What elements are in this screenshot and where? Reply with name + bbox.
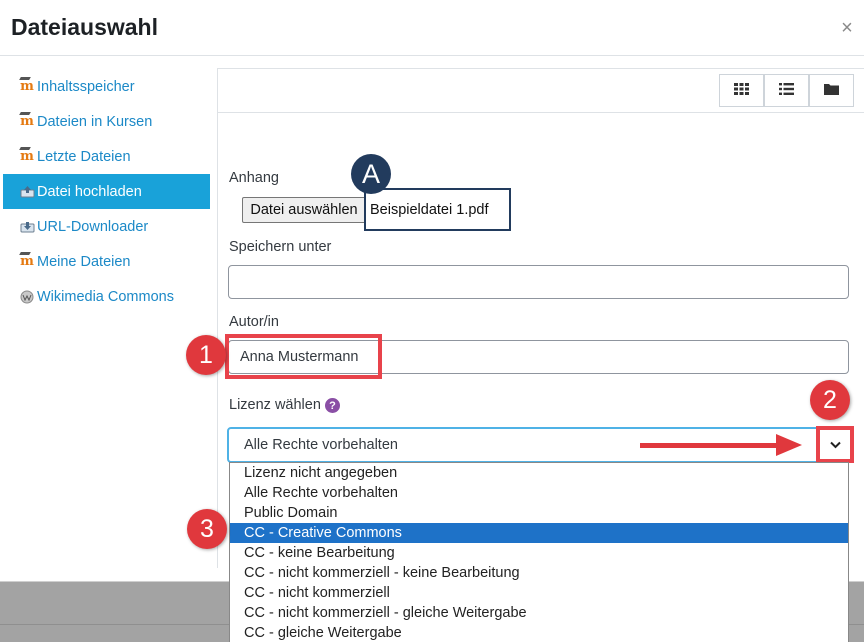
license-option[interactable]: Alle Rechte vorbehalten bbox=[230, 483, 848, 503]
annotation-badge-3: 3 bbox=[187, 509, 227, 549]
upload-icon bbox=[17, 185, 37, 198]
license-option[interactable]: Lizenz nicht angegeben bbox=[230, 463, 848, 483]
url-download-icon bbox=[17, 220, 37, 233]
sidebar-item-url-downloader[interactable]: URL-Downloader bbox=[3, 209, 210, 244]
toolbar-divider bbox=[218, 112, 864, 113]
chevron-down-icon bbox=[829, 436, 841, 454]
author-label: Autor/in bbox=[229, 314, 279, 330]
sidebar-item-letzte-dateien[interactable]: m Letzte Dateien bbox=[3, 139, 210, 174]
sidebar-item-wikimedia-commons[interactable]: Wikimedia Commons bbox=[3, 279, 210, 314]
grid-view-button[interactable] bbox=[719, 74, 764, 107]
moodle-icon: m bbox=[20, 79, 34, 94]
wikimedia-icon bbox=[17, 290, 37, 304]
license-label: Lizenz wählen bbox=[229, 397, 321, 413]
choose-file-button[interactable]: Datei auswählen bbox=[242, 197, 366, 223]
sidebar-item-datei-hochladen[interactable]: Datei hochladen bbox=[3, 174, 210, 209]
attachment-label: Anhang bbox=[229, 170, 279, 186]
annotation-badge-a: A bbox=[351, 154, 391, 194]
sidebar-item-label: Wikimedia Commons bbox=[37, 288, 174, 305]
save-as-input[interactable] bbox=[228, 265, 849, 299]
sidebar-item-label: URL-Downloader bbox=[37, 218, 149, 235]
help-icon[interactable]: ? bbox=[325, 398, 340, 413]
sidebar-item-label: Datei hochladen bbox=[37, 183, 142, 200]
annotation-box-author bbox=[225, 334, 382, 379]
dialog-title: Dateiauswahl bbox=[11, 14, 158, 40]
moodle-icon: m bbox=[20, 254, 34, 269]
sidebar-item-label: Dateien in Kursen bbox=[37, 113, 153, 130]
folder-view-button[interactable] bbox=[809, 74, 854, 107]
annotation-arrow-shaft bbox=[640, 443, 780, 448]
sidebar-item-inhaltsspeicher[interactable]: m Inhaltsspeicher bbox=[3, 69, 210, 104]
annotation-badge-2: 2 bbox=[810, 380, 850, 420]
sidebar-item-label: Inhaltsspeicher bbox=[37, 78, 135, 95]
header-divider bbox=[0, 55, 864, 56]
repository-sidebar: m Inhaltsspeicher m Dateien in Kursen m … bbox=[3, 69, 210, 314]
annotation-box-a bbox=[364, 188, 511, 231]
license-option-highlighted[interactable]: CC - Creative Commons bbox=[230, 523, 848, 543]
list-view-button[interactable] bbox=[764, 74, 809, 107]
license-option[interactable]: Public Domain bbox=[230, 503, 848, 523]
save-as-label: Speichern unter bbox=[229, 239, 332, 255]
license-options-list: Lizenz nicht angegeben Alle Rechte vorbe… bbox=[229, 462, 849, 642]
license-option[interactable]: CC - keine Bearbeitung bbox=[230, 543, 848, 563]
license-option[interactable]: CC - gleiche Weitergabe bbox=[230, 623, 848, 642]
moodle-icon: m bbox=[20, 114, 34, 129]
sidebar-item-label: Meine Dateien bbox=[37, 253, 131, 270]
sidebar-item-label: Letzte Dateien bbox=[37, 148, 131, 165]
list-view-icon bbox=[779, 82, 794, 100]
grid-view-icon bbox=[734, 82, 749, 100]
sidebar-item-dateien-in-kursen[interactable]: m Dateien in Kursen bbox=[3, 104, 210, 139]
sidebar-item-meine-dateien[interactable]: m Meine Dateien bbox=[3, 244, 210, 279]
annotation-arrow-head bbox=[776, 434, 802, 456]
moodle-icon: m bbox=[20, 149, 34, 164]
license-option[interactable]: CC - nicht kommerziell - gleiche Weiterg… bbox=[230, 603, 848, 623]
license-option[interactable]: CC - nicht kommerziell - keine Bearbeitu… bbox=[230, 563, 848, 583]
license-option[interactable]: CC - nicht kommerziell bbox=[230, 583, 848, 603]
license-dropdown-toggle[interactable] bbox=[816, 426, 854, 463]
annotation-badge-1: 1 bbox=[186, 335, 226, 375]
folder-view-icon bbox=[824, 82, 839, 100]
close-icon[interactable]: × bbox=[838, 18, 856, 38]
